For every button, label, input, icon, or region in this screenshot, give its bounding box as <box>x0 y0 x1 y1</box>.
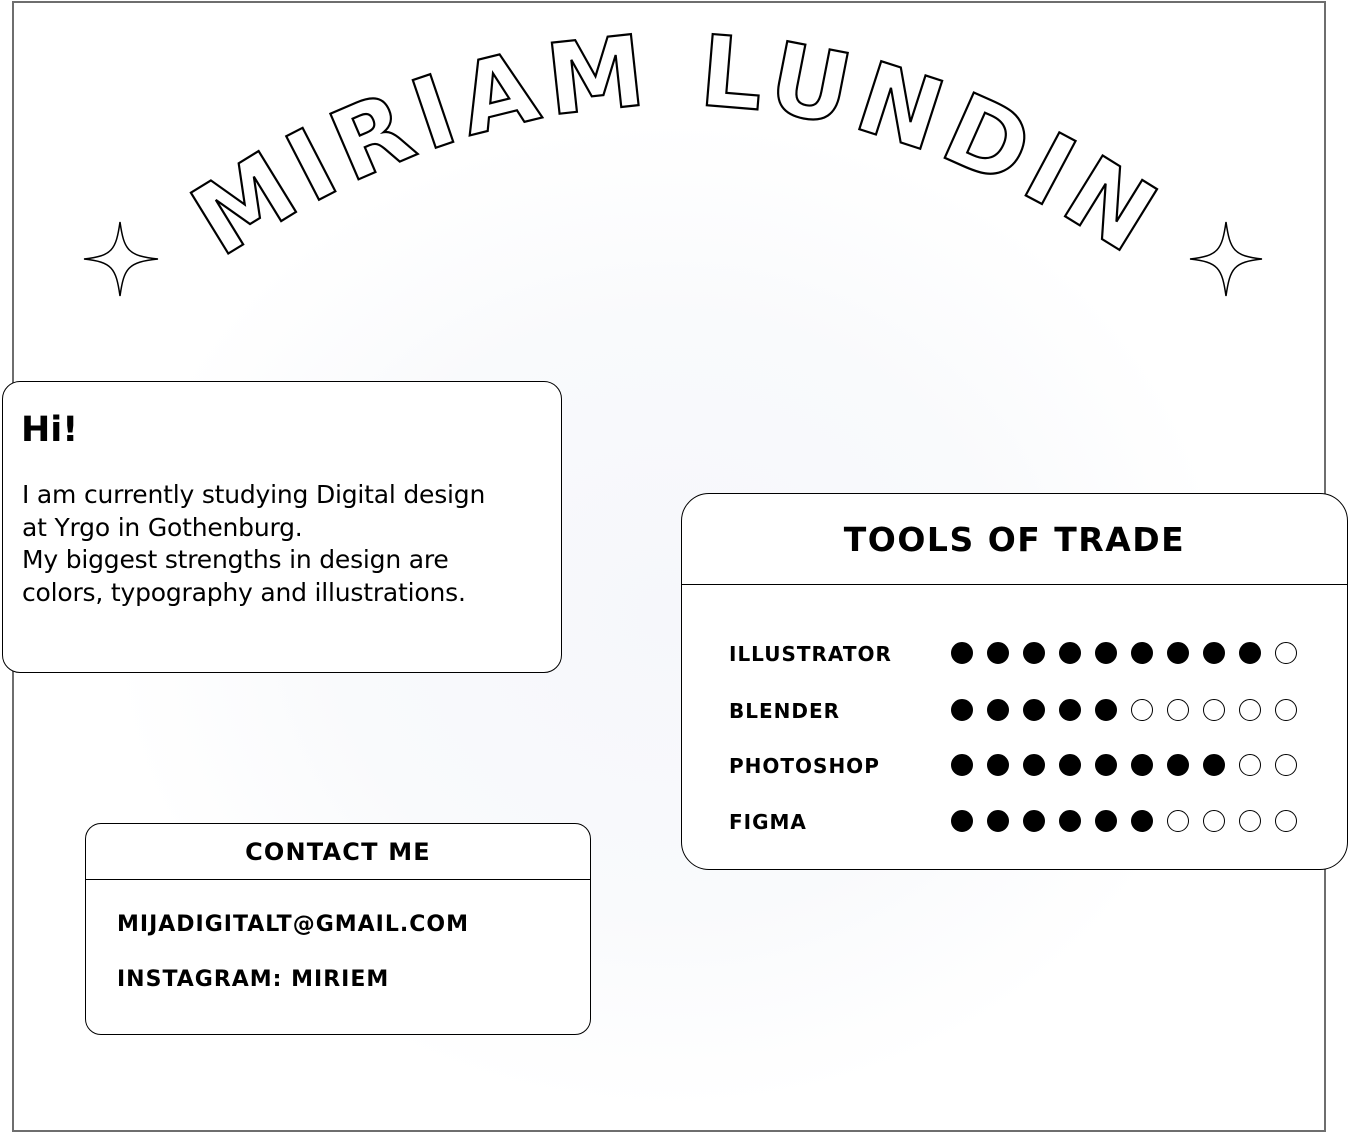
rating-dot-filled <box>1059 754 1081 776</box>
skill-rating <box>951 808 1311 836</box>
skill-row-figma: FIGMA <box>729 807 1329 837</box>
rating-dot-filled <box>951 810 973 832</box>
rating-dot-filled <box>1131 810 1153 832</box>
rating-dot-empty <box>1203 810 1225 832</box>
rating-dot-empty <box>1239 699 1261 721</box>
intro-line: My biggest strengths in design are <box>22 545 449 574</box>
rating-dot-filled <box>1239 642 1261 664</box>
rating-dot-filled <box>951 642 973 664</box>
contact-heading: CONTACT ME <box>86 824 590 880</box>
tools-card: TOOLS OF TRADE ILLUSTRATOR BLENDER PHOTO… <box>681 493 1348 870</box>
rating-dot-empty <box>1239 810 1261 832</box>
rating-dot-filled <box>987 754 1009 776</box>
title-banner: MIRIAM LUNDIN <box>83 13 1263 297</box>
rating-dot-filled <box>951 699 973 721</box>
rating-dot-filled <box>1023 699 1045 721</box>
rating-dot-empty <box>1167 810 1189 832</box>
intro-greeting: Hi! <box>21 410 79 450</box>
skill-rating <box>951 640 1311 668</box>
rating-dot-filled <box>1023 642 1045 664</box>
rating-dot-empty <box>1239 754 1261 776</box>
skill-rating <box>951 752 1311 780</box>
rating-dot-filled <box>1131 642 1153 664</box>
skill-name: ILLUSTRATOR <box>729 642 892 666</box>
rating-dot-filled <box>987 810 1009 832</box>
skill-name: FIGMA <box>729 810 807 834</box>
rating-dot-filled <box>1203 642 1225 664</box>
rating-dot-empty <box>1275 699 1297 721</box>
rating-dot-filled <box>1203 754 1225 776</box>
tools-heading: TOOLS OF TRADE <box>682 494 1347 585</box>
sparkle-icon <box>1189 221 1263 297</box>
intro-text: I am currently studying Digital design a… <box>22 479 542 609</box>
rating-dot-filled <box>987 642 1009 664</box>
rating-dot-empty <box>1275 810 1297 832</box>
rating-dot-filled <box>1095 642 1117 664</box>
skill-name: PHOTOSHOP <box>729 754 880 778</box>
rating-dot-filled <box>987 699 1009 721</box>
sparkle-icon <box>83 221 159 297</box>
rating-dot-empty <box>1167 699 1189 721</box>
rating-dot-filled <box>1095 754 1117 776</box>
rating-dot-filled <box>1095 810 1117 832</box>
skill-row-photoshop: PHOTOSHOP <box>729 751 1329 781</box>
rating-dot-filled <box>1167 754 1189 776</box>
rating-dot-filled <box>1023 810 1045 832</box>
rating-dot-filled <box>1131 754 1153 776</box>
rating-dot-filled <box>1095 699 1117 721</box>
rating-dot-filled <box>1059 810 1081 832</box>
rating-dot-empty <box>1275 642 1297 664</box>
rating-dot-filled <box>1059 699 1081 721</box>
contact-card: CONTACT ME MIJADIGITALT@GMAIL.COM INSTAG… <box>85 823 591 1035</box>
rating-dot-filled <box>1167 642 1189 664</box>
skill-row-illustrator: ILLUSTRATOR <box>729 639 1329 669</box>
rating-dot-empty <box>1131 699 1153 721</box>
skill-rating <box>951 697 1311 725</box>
rating-dot-empty <box>1275 754 1297 776</box>
rating-dot-filled <box>1059 642 1081 664</box>
intro-line: I am currently studying Digital design <box>22 480 486 509</box>
rating-dot-filled <box>1023 754 1045 776</box>
title-name: MIRIAM LUNDIN <box>173 14 1181 280</box>
intro-line: colors, typography and illustrations. <box>22 577 466 607</box>
skill-row-blender: BLENDER <box>729 696 1329 726</box>
contact-email-link[interactable]: MIJADIGITALT@GMAIL.COM <box>117 912 469 937</box>
skill-name: BLENDER <box>729 699 841 723</box>
rating-dot-empty <box>1203 699 1225 721</box>
intro-line: at Yrgo in Gothenburg. <box>22 512 303 542</box>
rating-dot-filled <box>951 754 973 776</box>
contact-instagram-link[interactable]: INSTAGRAM: MIRIEM <box>117 967 389 992</box>
intro-card: Hi! I am currently studying Digital desi… <box>2 381 562 673</box>
